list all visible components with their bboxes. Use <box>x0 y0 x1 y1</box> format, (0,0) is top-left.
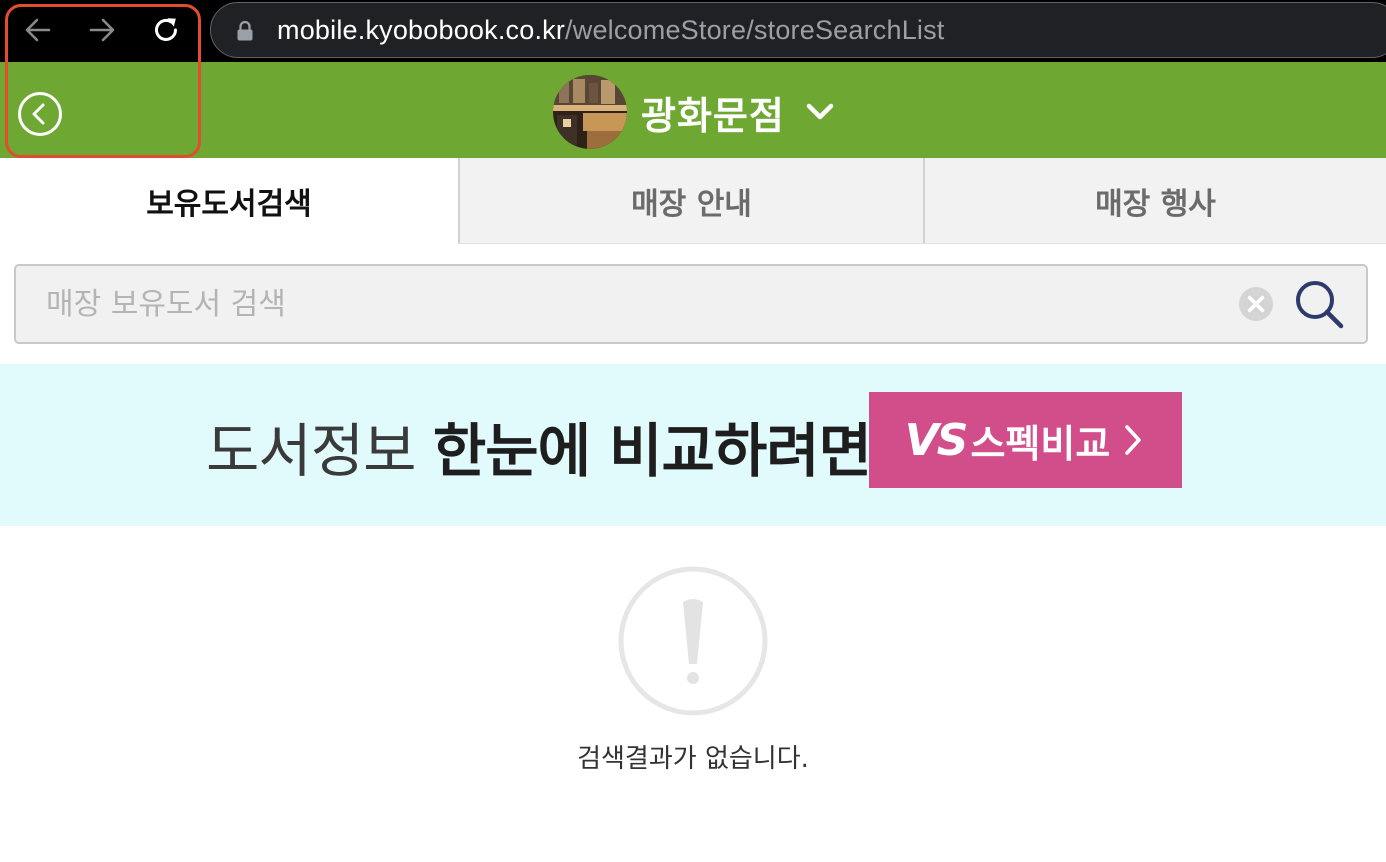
store-name: 광화문점 <box>641 93 785 138</box>
spec-compare-button[interactable]: VS 스펙비교 <box>869 392 1182 488</box>
back-circle-icon <box>18 92 62 136</box>
banner-headline: 도서정보 한눈에 비교하려면 <box>206 404 872 488</box>
tab-bar: 보유도서검색 매장 안내 매장 행사 <box>0 158 1386 244</box>
search-button[interactable] <box>1290 275 1350 335</box>
chevron-right-icon <box>1122 422 1146 458</box>
banner-text-bold: 한눈에 비교하려면 <box>432 417 872 485</box>
empty-message: 검색결과가 없습니다. <box>577 744 809 774</box>
tab-store-events[interactable]: 매장 행사 <box>923 158 1386 244</box>
clear-search-button[interactable] <box>1238 286 1274 322</box>
search-input[interactable] <box>46 276 1206 332</box>
lock-icon <box>235 18 255 42</box>
site-header: 광화문점 <box>0 62 1386 158</box>
tab-store-info[interactable]: 매장 안내 <box>458 158 923 244</box>
address-bar[interactable]: mobile.kyobobook.co.kr/welcomeStore/stor… <box>210 2 1386 58</box>
browser-toolbar: mobile.kyobobook.co.kr/welcomeStore/stor… <box>0 0 1386 62</box>
browser-reload-button[interactable] <box>146 10 186 50</box>
clear-icon <box>1239 287 1273 321</box>
reload-icon <box>155 18 177 41</box>
back-button[interactable] <box>17 91 63 137</box>
exclamation-icon <box>618 566 768 716</box>
url-path: /welcomeStore/storeSearchList <box>565 14 945 45</box>
url-text: mobile.kyobobook.co.kr/welcomeStore/stor… <box>277 15 945 46</box>
search-box <box>14 264 1368 344</box>
browser-back-button[interactable] <box>18 10 58 50</box>
chevron-down-icon <box>803 95 837 129</box>
store-avatar <box>553 75 627 149</box>
browser-forward-button[interactable] <box>82 10 122 50</box>
spec-compare-label: 스펙비교 <box>970 421 1111 466</box>
banner-text-light: 도서정보 <box>206 417 433 485</box>
search-icon <box>1296 281 1344 329</box>
store-selector[interactable]: 광화문점 <box>553 74 837 150</box>
arrow-right-icon <box>89 18 115 42</box>
arrow-left-icon <box>25 18 51 42</box>
comparison-banner[interactable]: 도서정보 한눈에 비교하려면 VS 스펙비교 <box>0 364 1386 526</box>
empty-results: 검색결과가 없습니다. <box>0 566 1386 775</box>
vs-logo: VS <box>904 414 969 466</box>
url-host: mobile.kyobobook.co.kr <box>277 14 566 45</box>
tab-book-search[interactable]: 보유도서검색 <box>0 158 458 244</box>
